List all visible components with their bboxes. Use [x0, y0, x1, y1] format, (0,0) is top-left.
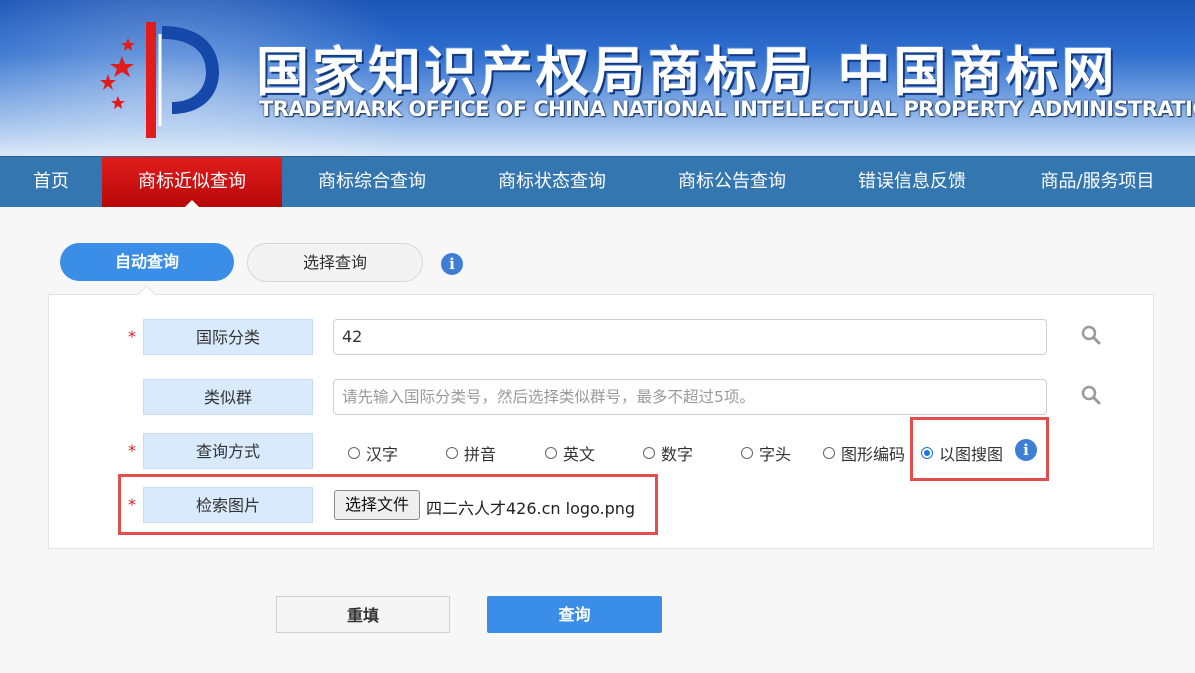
site-title-cn: 国家知识产权局商标局 中国商标网: [256, 42, 1118, 103]
radio-pinyin[interactable]: 拼音: [446, 443, 497, 464]
intl-class-label: 国际分类: [143, 319, 313, 355]
required-mark: *: [128, 327, 136, 346]
radio-label: 字头: [759, 445, 792, 464]
nav-item-goods-services[interactable]: 商品/服务项目: [1010, 157, 1185, 207]
highlight-box-image-search: [910, 417, 1049, 481]
radio-label: 拼音: [464, 445, 497, 464]
highlight-box-image-row: [118, 474, 658, 535]
radio-label: 数字: [661, 445, 694, 464]
header-banner: 国家知识产权局商标局 中国商标网 TRADEMARK OFFICE OF CHI…: [0, 0, 1195, 156]
nav-item-comprehensive-search[interactable]: 商标综合查询: [282, 157, 462, 207]
radio-label: 图形编码: [841, 445, 906, 464]
radio-circle[interactable]: [446, 447, 458, 459]
intl-class-input[interactable]: 42: [333, 319, 1047, 355]
radio-circle[interactable]: [741, 447, 753, 459]
nav-item-announcement-search[interactable]: 商标公告查询: [642, 157, 822, 207]
radio-label: 汉字: [366, 445, 399, 464]
radio-graphic-code[interactable]: 图形编码: [823, 443, 906, 464]
similar-group-label: 类似群: [143, 379, 313, 415]
main-nav: 首页 商标近似查询 商标综合查询 商标状态查询 商标公告查询 错误信息反馈 商品…: [0, 156, 1195, 207]
radio-initials[interactable]: 字头: [741, 443, 792, 464]
reset-button[interactable]: 重填: [276, 596, 450, 633]
nav-item-similar-search[interactable]: 商标近似查询: [102, 157, 282, 207]
radio-chinese[interactable]: 汉字: [348, 443, 399, 464]
radio-circle[interactable]: [823, 447, 835, 459]
radio-number[interactable]: 数字: [643, 443, 694, 464]
radio-english[interactable]: 英文: [545, 443, 596, 464]
info-icon[interactable]: i: [441, 253, 463, 275]
nav-item-home[interactable]: 首页: [10, 157, 92, 207]
similar-group-input[interactable]: 请先输入国际分类号，然后选择类似群号，最多不超过5项。: [333, 379, 1047, 415]
radio-label: 英文: [563, 445, 596, 464]
radio-circle[interactable]: [348, 447, 360, 459]
nav-item-status-search[interactable]: 商标状态查询: [462, 157, 642, 207]
cnipa-logo-icon: [100, 22, 219, 138]
required-mark: *: [128, 441, 136, 460]
query-mode-label: 查询方式: [143, 433, 313, 469]
search-icon[interactable]: [1080, 324, 1102, 346]
nav-item-error-feedback[interactable]: 错误信息反馈: [822, 157, 1002, 207]
radio-circle[interactable]: [545, 447, 557, 459]
site-title-en: TRADEMARK OFFICE OF CHINA NATIONAL INTEL…: [259, 97, 1195, 121]
tab-auto-search[interactable]: 自动查询: [60, 243, 234, 281]
tab-select-search[interactable]: 选择查询: [247, 243, 423, 282]
submit-search-button[interactable]: 查询: [487, 596, 662, 633]
search-icon[interactable]: [1080, 384, 1102, 406]
radio-circle[interactable]: [643, 447, 655, 459]
